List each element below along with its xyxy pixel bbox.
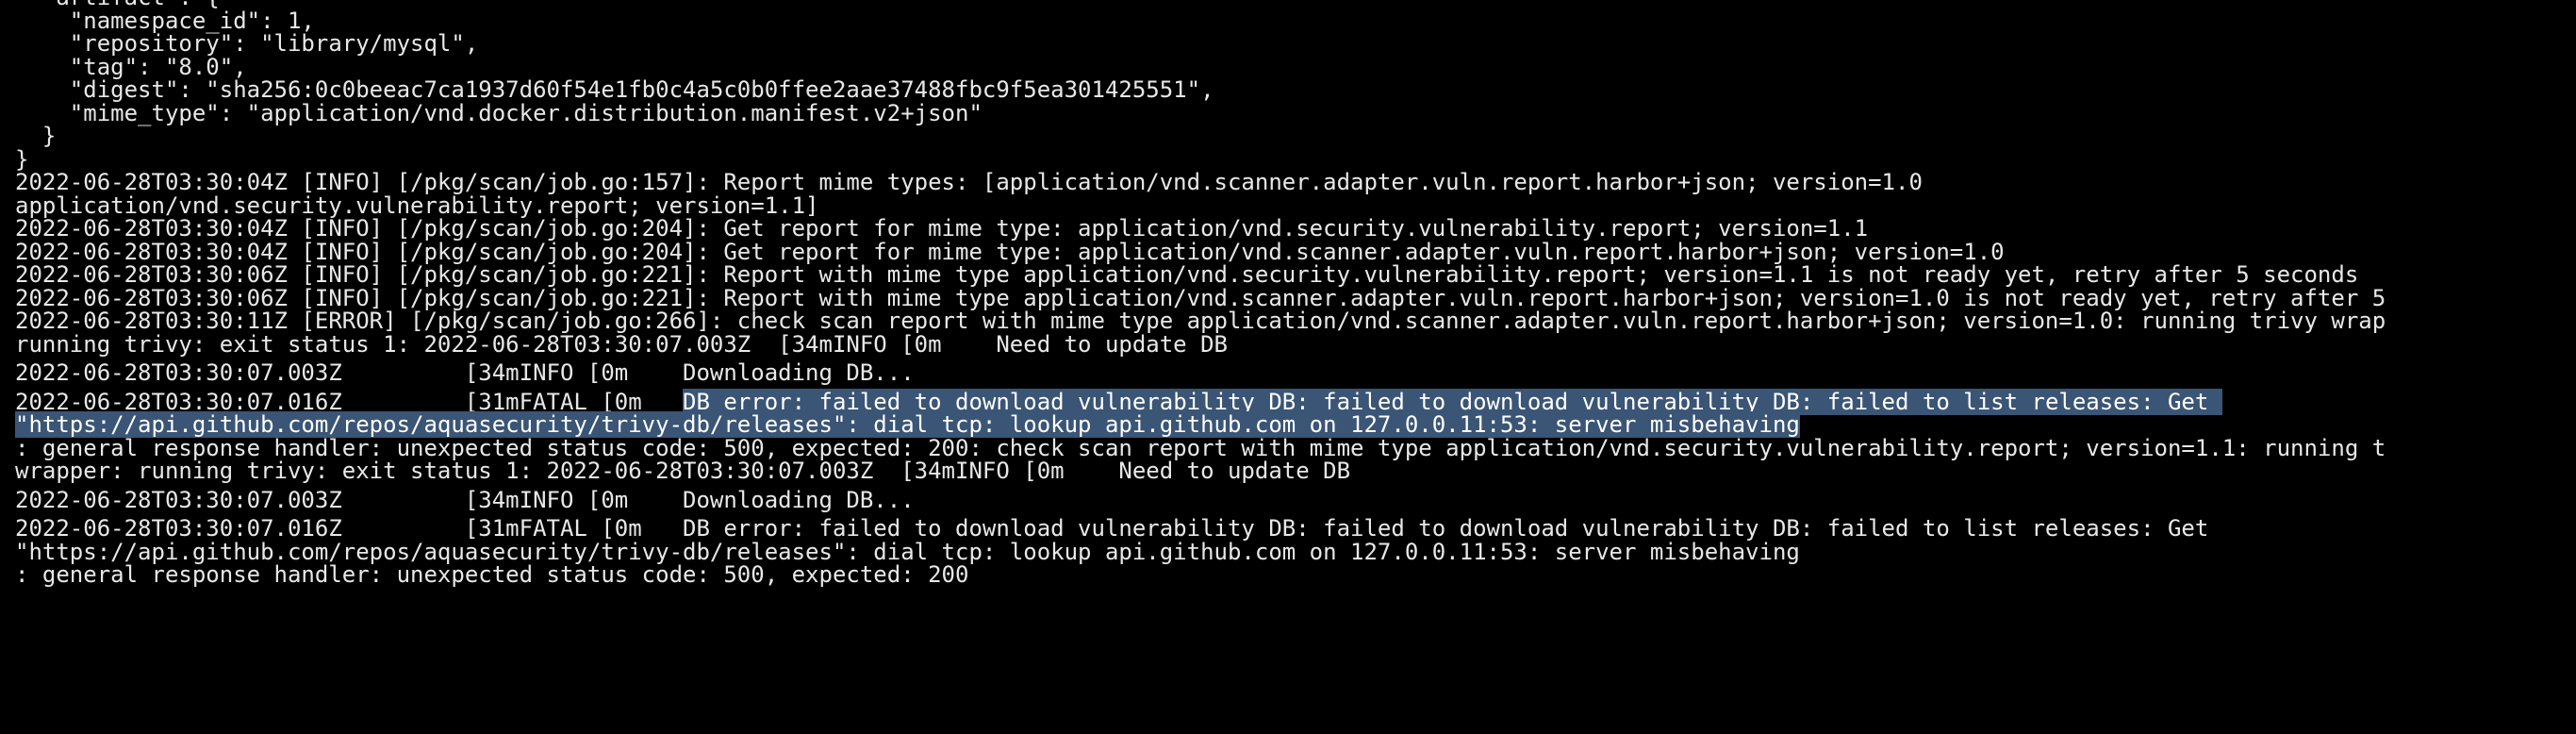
terminal-output[interactable]: "artifact": { "namespace_id": 1, "reposi… [0, 0, 2576, 734]
